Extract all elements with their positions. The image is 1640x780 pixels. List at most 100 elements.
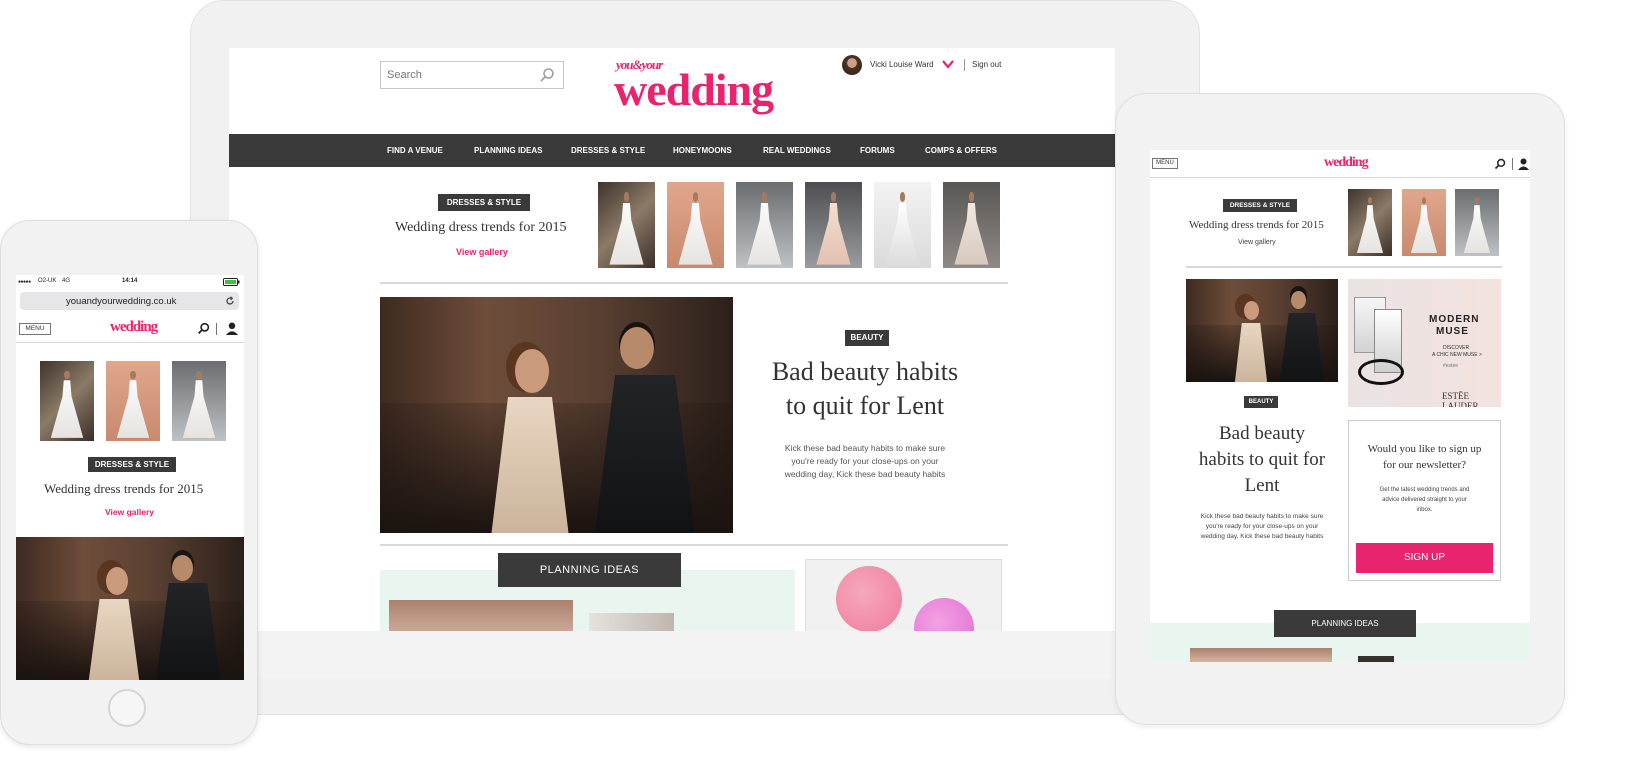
laptop-screen: you&your wedding Vicki Louise Ward Sign … (229, 48, 1115, 631)
nav-item-planning-ideas[interactable]: PLANNING IDEAS (474, 146, 542, 155)
ad-title-line-2: MUSE (1436, 326, 1469, 337)
phone-menu-button[interactable]: MENU (19, 323, 51, 335)
feature-desc-line-2: you're ready for your close-ups on your (791, 456, 939, 466)
ad-hashtag: #estee (1443, 363, 1459, 369)
newsletter-desc-line-3: inbox. (1416, 507, 1433, 513)
tablet-view-gallery-link[interactable]: View gallery (1238, 239, 1276, 246)
gallery-title[interactable]: Wedding dress trends for 2015 (395, 220, 567, 236)
nav-item-honeymoons[interactable]: HONEYMOONS (673, 146, 732, 155)
phone-view-gallery-link[interactable]: View gallery (105, 507, 154, 517)
search-input[interactable] (387, 67, 527, 83)
reload-icon[interactable] (225, 296, 235, 306)
planning-thumb-1[interactable] (389, 600, 573, 631)
phone-account-icon[interactable] (226, 322, 238, 335)
phone-logo[interactable]: wedding (110, 319, 158, 336)
tablet-gallery-thumb-3[interactable] (1455, 189, 1499, 256)
phone-gallery-thumb-1[interactable] (40, 361, 94, 441)
browser-url-text[interactable]: youandyourwedding.co.uk (66, 296, 176, 307)
nav-item-comps-offers[interactable]: COMPS & OFFERS (925, 146, 997, 155)
tablet-gallery-thumb-2[interactable] (1402, 189, 1446, 256)
tablet-feature-photo[interactable] (1186, 279, 1338, 382)
tablet-planning-thumb[interactable] (1190, 648, 1332, 662)
gallery-thumb-2[interactable] (667, 182, 724, 268)
phone-home-button[interactable] (108, 689, 146, 727)
status-network: 4G (62, 278, 71, 284)
tablet-screen: MENU wedding DRESSES & STYLE Wedding dre… (1150, 150, 1530, 662)
tablet-planning-ideas-tag[interactable]: PLANNING IDEAS (1274, 610, 1416, 637)
phone-gallery-thumb-2[interactable] (106, 361, 160, 441)
nav-item-real-weddings[interactable]: REAL WEDDINGS (763, 146, 831, 155)
sign-out-link[interactable]: Sign out (972, 60, 1001, 69)
category-tag-dresses[interactable]: DRESSES & STYLE (438, 194, 530, 211)
ad-ribbon (1358, 359, 1404, 385)
tablet-feature-desc-line-3: wedding day, Kick these bad beauty habit… (1200, 533, 1324, 540)
tablet-feature-title[interactable]: Bad beauty habits to quit for Lent (1182, 421, 1342, 499)
ad-brand: ESTĒE LAUDER (1442, 391, 1479, 407)
tablet-divider (1186, 266, 1502, 268)
feature-title-line-1: Bad beauty habits (771, 357, 959, 386)
newsletter-desc-line-2: advice delivered straight to your (1382, 497, 1467, 503)
phone-header-line (16, 342, 244, 343)
section-divider (380, 282, 1008, 284)
feature-desc-line-3: wedding day, Kick these bad beauty habit… (784, 469, 946, 479)
nav-item-find-a-venue[interactable]: FIND A VENUE (387, 146, 443, 155)
tablet-planning-thumb-2[interactable] (1358, 656, 1394, 662)
tablet-header-line (1150, 177, 1530, 178)
newsletter-description: Get the latest wedding trends and advice… (1349, 485, 1500, 515)
feature-title[interactable]: Bad beauty habits to quit for Lent (754, 355, 976, 423)
newsletter-q-line-2: for our newsletter? (1382, 459, 1467, 471)
gallery-thumb-5[interactable] (874, 182, 931, 268)
planning-ideas-tag[interactable]: PLANNING IDEAS (498, 553, 681, 587)
phone-search-icon[interactable] (197, 322, 210, 335)
tablet-search-icon[interactable] (1494, 158, 1506, 170)
planning-thumb-2[interactable] (589, 613, 674, 631)
user-name[interactable]: Vicki Louise Ward (870, 60, 934, 69)
user-avatar[interactable] (842, 55, 862, 75)
ad-title-line-1: MODERN (1429, 314, 1480, 325)
feature-desc-line-1: Kick these bad beauty habits to make sur… (784, 443, 946, 453)
nav-item-forums[interactable]: FORUMS (860, 146, 895, 155)
site-logo[interactable]: you&your wedding (614, 55, 774, 121)
tablet-ad-banner[interactable]: MODERN MUSE DISCOVER A CHIC NEW MUSE > #… (1348, 279, 1501, 407)
phone-header-divider (216, 323, 217, 335)
tablet-category-tag-dresses[interactable]: DRESSES & STYLE (1223, 199, 1297, 212)
tablet-logo[interactable]: wedding (1324, 155, 1369, 171)
feature-photo[interactable] (380, 297, 733, 533)
gallery-thumb-1[interactable] (598, 182, 655, 268)
planning-side-card[interactable] (805, 559, 1002, 631)
view-gallery-link[interactable]: View gallery (456, 247, 508, 257)
tablet-gallery-thumb-1[interactable] (1348, 189, 1392, 256)
tablet-menu-button[interactable]: MENU (1152, 158, 1178, 169)
ad-line-2: A CHIC NEW MUSE > (1432, 352, 1482, 358)
main-nav: FIND A VENUE PLANNING IDEAS DRESSES & ST… (229, 134, 1115, 167)
category-tag-beauty[interactable]: BEAUTY (845, 330, 889, 346)
ad-line-1: DISCOVER (1443, 345, 1470, 351)
nav-item-dresses-style[interactable]: DRESSES & STYLE (571, 146, 645, 155)
tablet-gallery-title[interactable]: Wedding dress trends for 2015 (1189, 219, 1324, 231)
feature-title-line-2: to quit for Lent (785, 391, 945, 420)
gallery-thumb-6[interactable] (943, 182, 1000, 268)
tablet-account-icon[interactable] (1518, 158, 1529, 170)
newsletter-signup-button[interactable]: SIGN UP (1356, 543, 1493, 573)
newsletter-q-line-1: Would you like to sign up (1367, 443, 1482, 455)
laptop-bezel-bottom (229, 631, 1115, 679)
battery-icon (223, 278, 240, 286)
tablet-header-divider (1512, 158, 1513, 170)
gallery-thumb-4[interactable] (805, 182, 862, 268)
phone-category-tag-dresses[interactable]: DRESSES & STYLE (88, 457, 176, 472)
phone-gallery-title[interactable]: Wedding dress trends for 2015 (44, 481, 203, 497)
feature-description: Kick these bad beauty habits to make sur… (760, 442, 970, 481)
phone-gallery-thumb-3[interactable] (172, 361, 226, 441)
tablet-category-tag-beauty[interactable]: BEAUTY (1244, 396, 1278, 408)
phone-feature-photo[interactable] (16, 537, 244, 680)
tablet-feature-description: Kick these bad beauty habits to make sur… (1182, 512, 1342, 542)
newsletter-desc-line-1: Get the latest wedding trends and (1379, 487, 1470, 493)
search-box[interactable] (380, 61, 564, 89)
newsletter-question: Would you like to sign up for our newsle… (1349, 441, 1500, 473)
macaron-purple (914, 598, 974, 631)
search-icon[interactable] (539, 67, 555, 83)
gallery-thumb-3[interactable] (736, 182, 793, 268)
chevron-down-icon[interactable] (942, 60, 954, 69)
status-time: 14:14 (122, 278, 138, 284)
browser-url-bar[interactable]: youandyourwedding.co.uk (20, 292, 239, 310)
